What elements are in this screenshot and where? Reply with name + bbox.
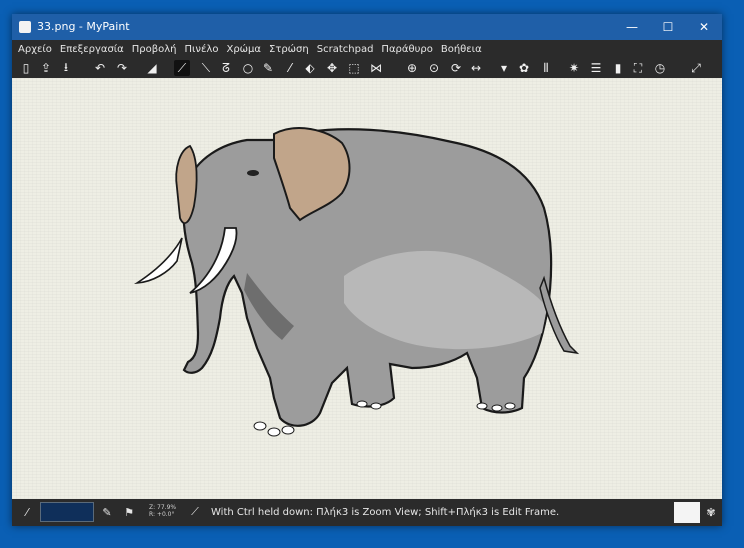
menu-edit[interactable]: Επεξεργασία — [60, 44, 124, 55]
symmetry-icon[interactable]: ⋈ — [368, 60, 384, 76]
rotation-level: R: +0.0° — [149, 511, 175, 518]
zoom-icon[interactable]: ⊙ — [426, 60, 442, 76]
menu-brush[interactable]: Πινέλο — [185, 44, 219, 55]
brush-settings-icon[interactable]: ✎ — [100, 505, 114, 519]
minimize-button[interactable]: — — [614, 14, 650, 40]
layer-preview-thumbnail[interactable] — [674, 502, 700, 523]
history-icon[interactable]: ◷ — [652, 60, 668, 76]
pick-layer-icon[interactable]: ⚑ — [122, 505, 136, 519]
connected-lines-icon[interactable]: ᘔ — [218, 60, 234, 76]
menu-layer[interactable]: Στρώση — [269, 44, 309, 55]
inking-icon[interactable]: ✎ — [260, 60, 276, 76]
window-title: 33.png - MyPaint — [37, 20, 130, 33]
fullscreen-icon[interactable]: ⛶ — [630, 60, 646, 76]
move-icon[interactable]: ⊕ — [404, 60, 420, 76]
brush-icon-small[interactable]: ✾ — [704, 505, 718, 519]
current-brush-icon: ⟋ — [191, 505, 199, 518]
menu-color[interactable]: Χρώμα — [226, 44, 261, 55]
title-bar: 33.png - MyPaint — ☐ ✕ — [12, 14, 722, 40]
zoom-level: Z: 77.9% — [149, 504, 177, 511]
elephant-eye — [247, 170, 259, 176]
drawing-canvas[interactable] — [12, 78, 722, 499]
eraser-icon[interactable]: ◢ — [144, 60, 160, 76]
expand-icon[interactable]: ⤢ — [688, 60, 704, 76]
menu-scratchpad[interactable]: Scratchpad — [317, 44, 374, 55]
pan-view-icon[interactable]: ✥ — [324, 60, 340, 76]
new-document-icon[interactable]: ▯ — [18, 60, 34, 76]
elephant-drawing — [133, 127, 580, 437]
mypaint-app-icon — [19, 21, 31, 33]
freehand-brush-icon[interactable]: ⟋ — [174, 60, 190, 76]
menu-window[interactable]: Παράθυρο — [381, 44, 432, 55]
elephant-back-tusk — [133, 237, 183, 285]
flood-fill-icon[interactable]: ⬖ — [302, 60, 318, 76]
scratchpad-icon[interactable]: ▮ — [610, 60, 626, 76]
color-wheel-icon[interactable]: ✿ — [516, 60, 532, 76]
ellipse-icon[interactable]: ○ — [240, 60, 256, 76]
layers-icon[interactable]: ☰ — [588, 60, 604, 76]
status-bar: ⁄ ✎ ⚑ Z: 77.9% R: +0.0° ⟋ With Ctrl held… — [12, 499, 722, 526]
undo-icon[interactable]: ↶ — [92, 60, 108, 76]
save-icon[interactable]: ⭳ — [58, 60, 74, 76]
open-document-icon[interactable]: ⇪ — [38, 60, 54, 76]
settings-icon[interactable]: ✷ — [566, 60, 582, 76]
mirror-icon[interactable]: ↔ — [468, 60, 484, 76]
close-button[interactable]: ✕ — [686, 14, 722, 40]
lines-curves-icon[interactable]: ⟍ — [198, 60, 214, 76]
edit-frame-icon[interactable]: ⬚ — [346, 60, 362, 76]
main-toolbar: ▯ ⇪ ⭳ ↶ ↷ ◢ ⟋ ⟍ ᘔ ○ ✎ ⁄ ⬖ ✥ ⬚ ⋈ ⊕ ⊙ ⟳ ↔ ▾ ✿ ⫴ ✷ ☰ ▮ ⛶ ◷ ⤢ — [12, 58, 722, 78]
menu-view[interactable]: Προβολή — [132, 44, 177, 55]
mypaint-window: 33.png - MyPaint — ☐ ✕ Αρχείο Επεξεργασί… — [12, 14, 722, 526]
dropdown-arrow-icon[interactable]: ▾ — [496, 60, 512, 76]
menu-file[interactable]: Αρχείο — [18, 44, 52, 55]
status-message: With Ctrl held down: Πλήκ3 is Zoom View;… — [211, 507, 560, 518]
menu-help[interactable]: Βοήθεια — [441, 44, 482, 55]
rotate-icon[interactable]: ⟳ — [448, 60, 464, 76]
current-color-swatch[interactable] — [40, 502, 94, 522]
maximize-button[interactable]: ☐ — [650, 14, 686, 40]
menu-bar: Αρχείο Επεξεργασία Προβολή Πινέλο Χρώμα … — [12, 40, 722, 58]
redo-icon[interactable]: ↷ — [114, 60, 130, 76]
brush-tool-icon[interactable]: ⁄ — [20, 505, 34, 519]
color-picker-icon[interactable]: ⁄ — [282, 60, 298, 76]
brush-groups-icon[interactable]: ⫴ — [538, 60, 554, 76]
zoom-rotation-readout: Z: 77.9% R: +0.0° — [149, 504, 176, 518]
